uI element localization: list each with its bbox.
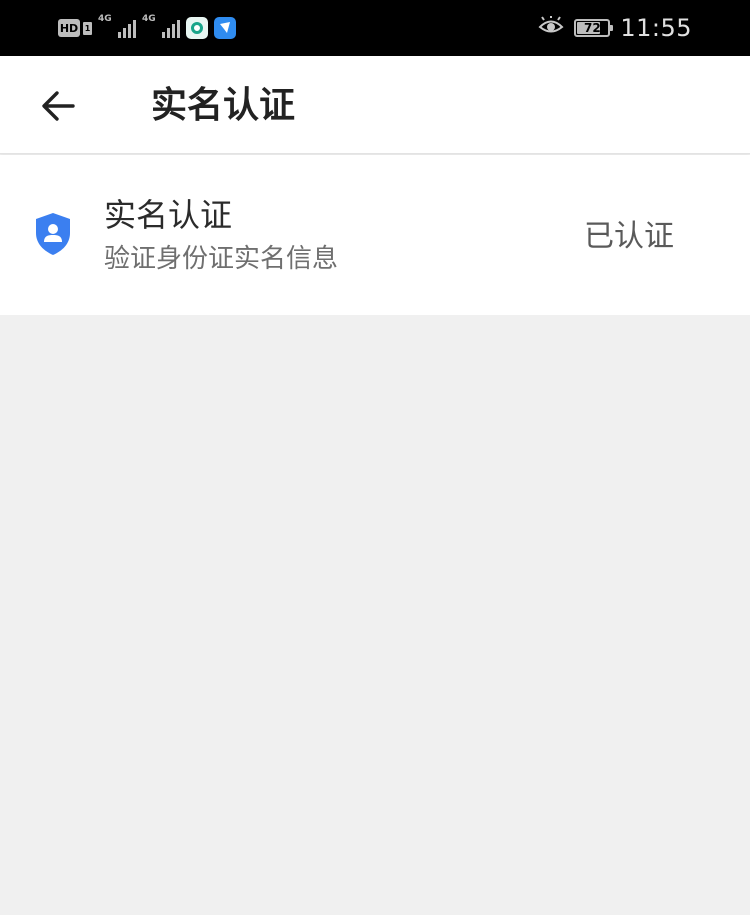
status-bar: HD 1 4G 4G 72 11:55: [0, 0, 750, 56]
eye-comfort-icon: [538, 16, 564, 40]
verification-status: 已认证: [584, 219, 674, 254]
status-bar-right: 72 11:55: [538, 14, 692, 42]
item-subtitle: 验证身份证实名信息: [104, 244, 339, 274]
back-button[interactable]: [26, 76, 90, 136]
network-type-label: 4G: [98, 14, 112, 24]
empty-content-area: [0, 315, 750, 915]
item-title: 实名认证: [104, 196, 233, 234]
signal-icon: 4G: [98, 14, 136, 40]
real-name-verification-item[interactable]: 实名认证 验证身份证实名信息 已认证: [0, 155, 750, 315]
sim-badge: 1: [83, 21, 92, 35]
hd-badge: HD: [58, 19, 80, 37]
app-notification-icon: [186, 17, 208, 39]
battery-level: 72: [583, 21, 601, 35]
signal-icon: 4G: [142, 14, 180, 40]
battery-icon: 72: [574, 19, 614, 37]
top-app-bar: 实名认证: [0, 56, 750, 154]
shield-user-icon: [36, 213, 70, 255]
network-type-label: 4G: [142, 14, 156, 24]
clock: 11:55: [620, 14, 692, 42]
status-bar-left: HD 1 4G 4G: [58, 14, 236, 42]
page-title: 实名认证: [151, 85, 296, 126]
app-notification-icon: [214, 17, 236, 39]
arrow-left-icon: [42, 91, 75, 121]
